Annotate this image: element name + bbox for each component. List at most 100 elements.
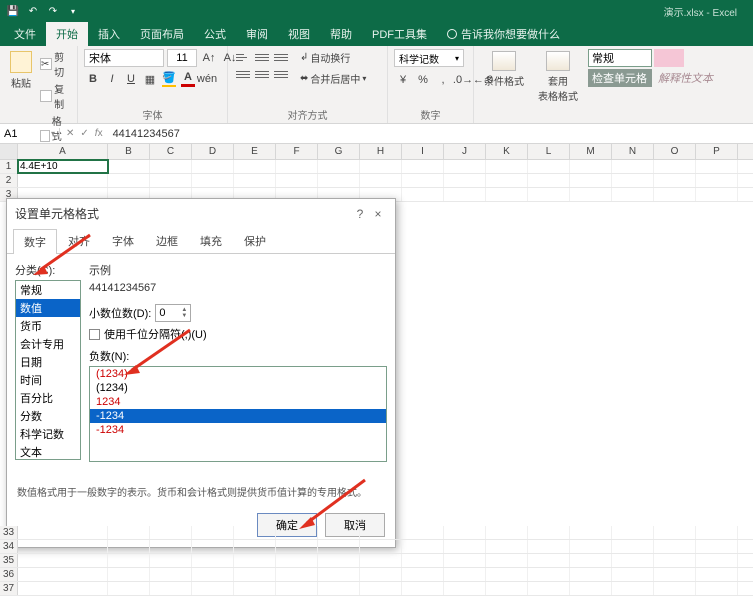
- cell-a1[interactable]: 4.4E+10: [18, 160, 108, 173]
- category-item[interactable]: 日期: [16, 353, 80, 371]
- undo-icon[interactable]: ↶: [26, 4, 40, 18]
- cell[interactable]: [234, 540, 276, 553]
- cell[interactable]: [18, 554, 108, 567]
- font-size-select[interactable]: 11: [167, 49, 197, 67]
- cell[interactable]: [654, 526, 696, 539]
- close-button[interactable]: ×: [369, 207, 387, 221]
- negative-item[interactable]: (1234): [90, 381, 386, 395]
- row-header[interactable]: 1: [0, 160, 18, 173]
- cell[interactable]: [612, 582, 654, 595]
- cell[interactable]: [360, 554, 402, 567]
- cell[interactable]: [318, 554, 360, 567]
- cell[interactable]: [486, 188, 528, 201]
- cell[interactable]: [150, 174, 192, 187]
- cell[interactable]: [654, 568, 696, 581]
- negative-item[interactable]: (1234): [90, 367, 386, 381]
- category-item[interactable]: 分数: [16, 407, 80, 425]
- cell[interactable]: [612, 568, 654, 581]
- cell[interactable]: [192, 540, 234, 553]
- row-header[interactable]: 36: [0, 568, 18, 581]
- category-item[interactable]: 文本: [16, 443, 80, 460]
- qat-more-icon[interactable]: ▾: [66, 4, 80, 18]
- cell[interactable]: [108, 582, 150, 595]
- cell[interactable]: [528, 174, 570, 187]
- cell[interactable]: [234, 160, 276, 173]
- tab-layout[interactable]: 页面布局: [130, 22, 194, 46]
- increase-font-icon[interactable]: A↑: [200, 49, 218, 67]
- cell[interactable]: [612, 540, 654, 553]
- cell[interactable]: [528, 554, 570, 567]
- cell[interactable]: [276, 174, 318, 187]
- negative-item[interactable]: -1234: [90, 409, 386, 423]
- tab-home[interactable]: 开始: [46, 22, 88, 46]
- col-header[interactable]: L: [528, 144, 570, 159]
- col-header[interactable]: J: [444, 144, 486, 159]
- cell[interactable]: [570, 188, 612, 201]
- cell[interactable]: [570, 568, 612, 581]
- cell[interactable]: [444, 188, 486, 201]
- cell[interactable]: [360, 540, 402, 553]
- paste-button[interactable]: 粘贴: [6, 49, 36, 92]
- cell[interactable]: [360, 526, 402, 539]
- cell[interactable]: [318, 526, 360, 539]
- col-header[interactable]: H: [360, 144, 402, 159]
- inc-decimal-icon[interactable]: .0→: [454, 71, 472, 89]
- category-item[interactable]: 常规: [16, 281, 80, 299]
- cell[interactable]: [528, 188, 570, 201]
- negative-item[interactable]: -1234: [90, 423, 386, 437]
- cell[interactable]: [234, 554, 276, 567]
- cell[interactable]: [402, 188, 444, 201]
- cell[interactable]: [402, 526, 444, 539]
- select-all-corner[interactable]: [0, 144, 18, 159]
- percent-icon[interactable]: %: [414, 71, 432, 89]
- cell[interactable]: [444, 554, 486, 567]
- formula-input[interactable]: 44141234567: [109, 128, 753, 140]
- cell[interactable]: [528, 582, 570, 595]
- cell[interactable]: [654, 582, 696, 595]
- dlg-tab-font[interactable]: 字体: [101, 228, 145, 253]
- col-header[interactable]: M: [570, 144, 612, 159]
- category-item[interactable]: 时间: [16, 371, 80, 389]
- cell[interactable]: [570, 160, 612, 173]
- dlg-tab-protect[interactable]: 保护: [233, 228, 277, 253]
- cell[interactable]: [528, 568, 570, 581]
- bold-button[interactable]: B: [84, 70, 102, 88]
- cell[interactable]: [318, 540, 360, 553]
- cell[interactable]: [150, 160, 192, 173]
- align-top-center[interactable]: [253, 49, 271, 65]
- cell[interactable]: [18, 568, 108, 581]
- cell[interactable]: [108, 160, 150, 173]
- cell[interactable]: [360, 160, 402, 173]
- col-header[interactable]: F: [276, 144, 318, 159]
- col-header[interactable]: P: [696, 144, 738, 159]
- font-name-select[interactable]: 宋体: [84, 49, 164, 67]
- col-header[interactable]: I: [402, 144, 444, 159]
- thousands-row[interactable]: 使用千位分隔符(,)(U): [89, 326, 387, 342]
- cell[interactable]: [444, 540, 486, 553]
- fill-color-button[interactable]: 🪣: [160, 70, 178, 88]
- dlg-tab-fill[interactable]: 填充: [189, 228, 233, 253]
- cell[interactable]: [276, 554, 318, 567]
- cell[interactable]: [276, 568, 318, 581]
- cell[interactable]: [696, 568, 738, 581]
- cell[interactable]: [696, 540, 738, 553]
- cell[interactable]: [18, 540, 108, 553]
- cell[interactable]: [108, 554, 150, 567]
- cell[interactable]: [18, 582, 108, 595]
- cell[interactable]: [108, 526, 150, 539]
- cell[interactable]: [402, 554, 444, 567]
- format-table-button[interactable]: 套用 表格格式: [534, 49, 582, 105]
- cell[interactable]: [318, 582, 360, 595]
- cell[interactable]: [234, 526, 276, 539]
- cell[interactable]: [654, 540, 696, 553]
- border-button[interactable]: ▦: [141, 70, 159, 88]
- number-format-select[interactable]: 科学记数▾: [394, 49, 464, 67]
- col-header[interactable]: E: [234, 144, 276, 159]
- category-item[interactable]: 会计专用: [16, 335, 80, 353]
- tab-view[interactable]: 视图: [278, 22, 320, 46]
- italic-button[interactable]: I: [103, 70, 121, 88]
- cell[interactable]: [528, 160, 570, 173]
- cell[interactable]: [696, 554, 738, 567]
- cell[interactable]: [276, 540, 318, 553]
- tab-help[interactable]: 帮助: [320, 22, 362, 46]
